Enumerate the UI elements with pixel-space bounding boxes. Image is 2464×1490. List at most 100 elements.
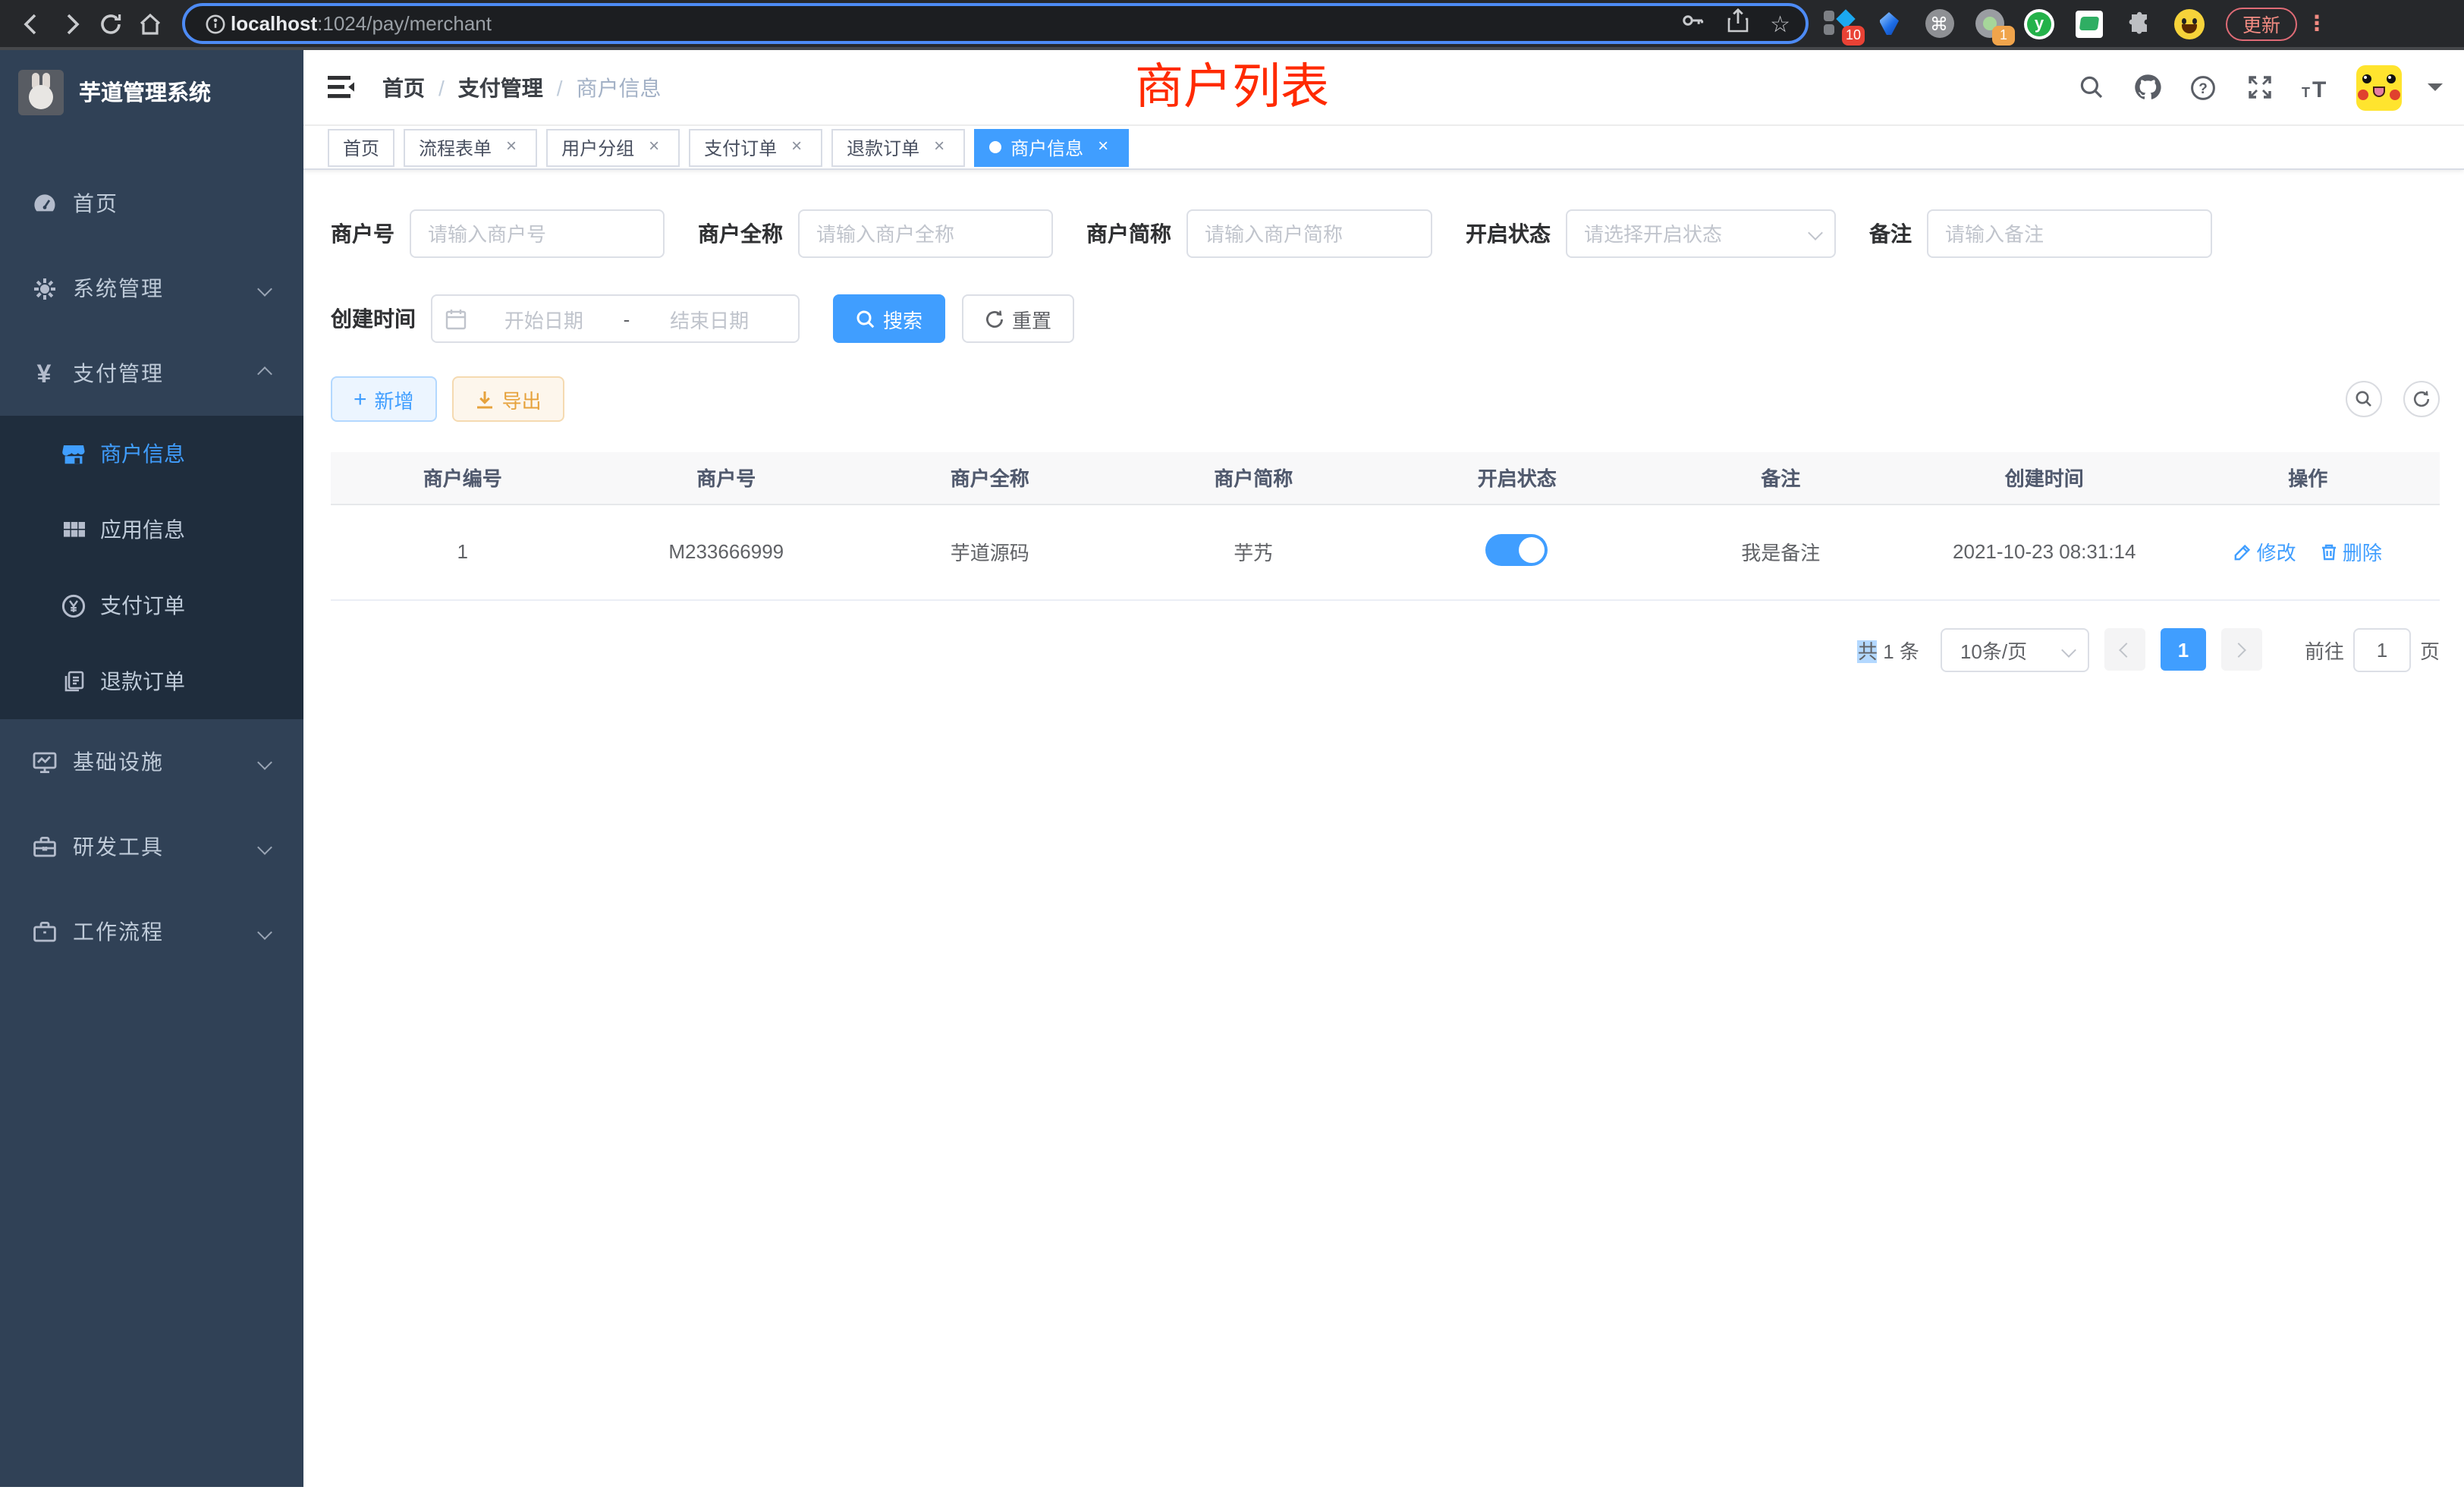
pagination: 共 1 条 10条/页 1 前往 页	[331, 627, 2440, 671]
sidebar-item-pay-order[interactable]: 支付订单	[0, 567, 303, 643]
table-header-row: 商户编号 商户号 商户全称 商户简称 开启状态 备注 创建时间 操作	[331, 452, 2440, 504]
briefcase-icon	[30, 918, 58, 945]
sidebar-item-label: 基础设施	[73, 747, 164, 777]
update-button[interactable]: 更新	[2226, 7, 2297, 40]
sidebar-item-infra[interactable]: 基础设施	[0, 719, 303, 804]
col-remark: 备注	[1649, 452, 1913, 504]
browser-back-icon[interactable]	[12, 4, 52, 43]
browser-profile-avatar[interactable]	[2174, 8, 2205, 39]
refresh-table-button[interactable]	[2403, 381, 2440, 417]
address-bar[interactable]: localhost:1024/pay/merchant ☆	[182, 3, 1809, 44]
refresh-icon	[985, 309, 1004, 328]
chevron-up-icon	[257, 366, 272, 381]
sidebar-item-pay[interactable]: ¥ 支付管理	[0, 331, 303, 416]
ext-badge-one: 1	[1992, 25, 2015, 45]
sidebar-item-app-info[interactable]: 应用信息	[0, 492, 303, 567]
user-avatar[interactable]	[2356, 64, 2402, 110]
tab-merchant-info[interactable]: 商户信息×	[974, 128, 1129, 166]
delete-link[interactable]: 删除	[2320, 537, 2382, 566]
sidebar-item-label: 支付订单	[100, 590, 185, 621]
status-select[interactable]	[1566, 209, 1836, 258]
cell-merchant-no: M233666999	[595, 504, 859, 599]
browser-forward-icon[interactable]	[52, 4, 91, 43]
col-actions: 操作	[2176, 452, 2440, 504]
full-name-input[interactable]	[798, 209, 1053, 258]
prev-page-button[interactable]	[2104, 628, 2145, 671]
sidebar-item-system[interactable]: 系统管理	[0, 246, 303, 331]
header-search-icon[interactable]	[2076, 72, 2106, 102]
edit-link[interactable]: 修改	[2234, 537, 2296, 566]
status-toggle[interactable]	[1486, 533, 1548, 565]
bookmark-star-icon[interactable]: ☆	[1770, 10, 1790, 37]
merchant-table: 商户编号 商户号 商户全称 商户简称 开启状态 备注 创建时间 操作 1	[331, 452, 2440, 600]
close-icon[interactable]: ×	[1092, 137, 1114, 158]
close-icon[interactable]: ×	[643, 137, 665, 158]
sidebar-item-home[interactable]: 首页	[0, 161, 303, 246]
ext-pin-icon[interactable]	[1874, 8, 1904, 39]
sidebar-item-merchant-info[interactable]: 商户信息	[0, 416, 303, 492]
search-icon	[856, 309, 875, 328]
breadcrumb: 首页 / 支付管理 / 商户信息	[382, 72, 662, 102]
create-time-range-picker[interactable]: 开始日期 - 结束日期	[431, 294, 800, 343]
sidebar-item-workflow[interactable]: 工作流程	[0, 889, 303, 974]
chevron-down-icon	[257, 281, 272, 296]
help-icon[interactable]: ?	[2188, 72, 2218, 102]
breadcrumb-pay[interactable]: 支付管理	[458, 72, 543, 102]
current-page-button[interactable]: 1	[2161, 628, 2206, 671]
tab-process-form[interactable]: 流程表单×	[404, 128, 537, 166]
sidebar-item-devtools[interactable]: 研发工具	[0, 804, 303, 889]
pay-submenu: 商户信息 应用信息 支付订单	[0, 416, 303, 719]
github-icon[interactable]	[2132, 72, 2162, 102]
yen-icon: ¥	[30, 360, 58, 387]
tab-user-group[interactable]: 用户分组×	[546, 128, 680, 166]
top-navbar: 首页 / 支付管理 / 商户信息 ?	[303, 50, 2464, 126]
site-info-icon[interactable]	[200, 4, 231, 43]
browser-home-icon[interactable]	[130, 4, 170, 43]
sidebar-item-refund-order[interactable]: 退款订单	[0, 643, 303, 719]
tab-pay-order[interactable]: 支付订单×	[689, 128, 822, 166]
app-title: 芋道管理系统	[79, 76, 211, 108]
yen-circle-icon	[61, 593, 86, 618]
download-icon	[475, 389, 495, 409]
search-icon	[2355, 390, 2373, 408]
breadcrumb-home[interactable]: 首页	[382, 72, 425, 102]
fullscreen-icon[interactable]	[2244, 72, 2274, 102]
export-button[interactable]: 导出	[452, 376, 564, 422]
sidebar-item-label: 系统管理	[73, 273, 164, 303]
trash-icon	[2320, 542, 2338, 561]
ext-y-icon[interactable]: y	[2024, 8, 2054, 39]
font-size-icon[interactable]: TT	[2300, 72, 2330, 102]
reset-button[interactable]: 重置	[962, 294, 1074, 343]
start-date-placeholder: 开始日期	[467, 304, 621, 333]
close-icon[interactable]: ×	[501, 137, 522, 158]
ext-command-icon[interactable]: ⌘	[1924, 8, 1954, 39]
browser-menu-icon[interactable]: ⋮	[2306, 11, 2327, 36]
share-icon[interactable]	[1726, 7, 1749, 40]
ext-chat-icon[interactable]	[2074, 8, 2104, 39]
close-icon[interactable]: ×	[786, 137, 807, 158]
toggle-search-button[interactable]	[2346, 381, 2382, 417]
add-button[interactable]: + 新增	[331, 376, 437, 422]
merchant-no-input[interactable]	[410, 209, 665, 258]
tab-home[interactable]: 首页	[328, 128, 394, 166]
user-menu-caret-icon[interactable]	[2428, 83, 2443, 99]
collapse-sidebar-icon[interactable]	[325, 71, 358, 104]
remark-input[interactable]	[1927, 209, 2212, 258]
ext-blue-diamond-icon[interactable]: 10	[1824, 8, 1854, 39]
close-icon[interactable]: ×	[929, 137, 950, 158]
extensions-puzzle-icon[interactable]	[2124, 8, 2154, 39]
page-size-select[interactable]: 10条/页	[1941, 627, 2089, 671]
password-key-icon[interactable]	[1679, 7, 1705, 40]
sidebar-logo[interactable]: 芋道管理系统	[0, 50, 303, 134]
breadcrumb-separator: /	[438, 75, 445, 99]
cell-remark: 我是备注	[1649, 504, 1913, 599]
next-page-button[interactable]	[2221, 628, 2262, 671]
sidebar-item-label: 工作流程	[73, 916, 164, 947]
tab-refund-order[interactable]: 退款订单×	[831, 128, 965, 166]
browser-reload-icon[interactable]	[91, 4, 130, 43]
search-button[interactable]: 搜索	[833, 294, 945, 343]
col-full-name: 商户全称	[858, 452, 1122, 504]
short-name-input[interactable]	[1186, 209, 1432, 258]
goto-page-input[interactable]	[2353, 627, 2411, 671]
ext-recorder-icon[interactable]: 1	[1974, 8, 2004, 39]
